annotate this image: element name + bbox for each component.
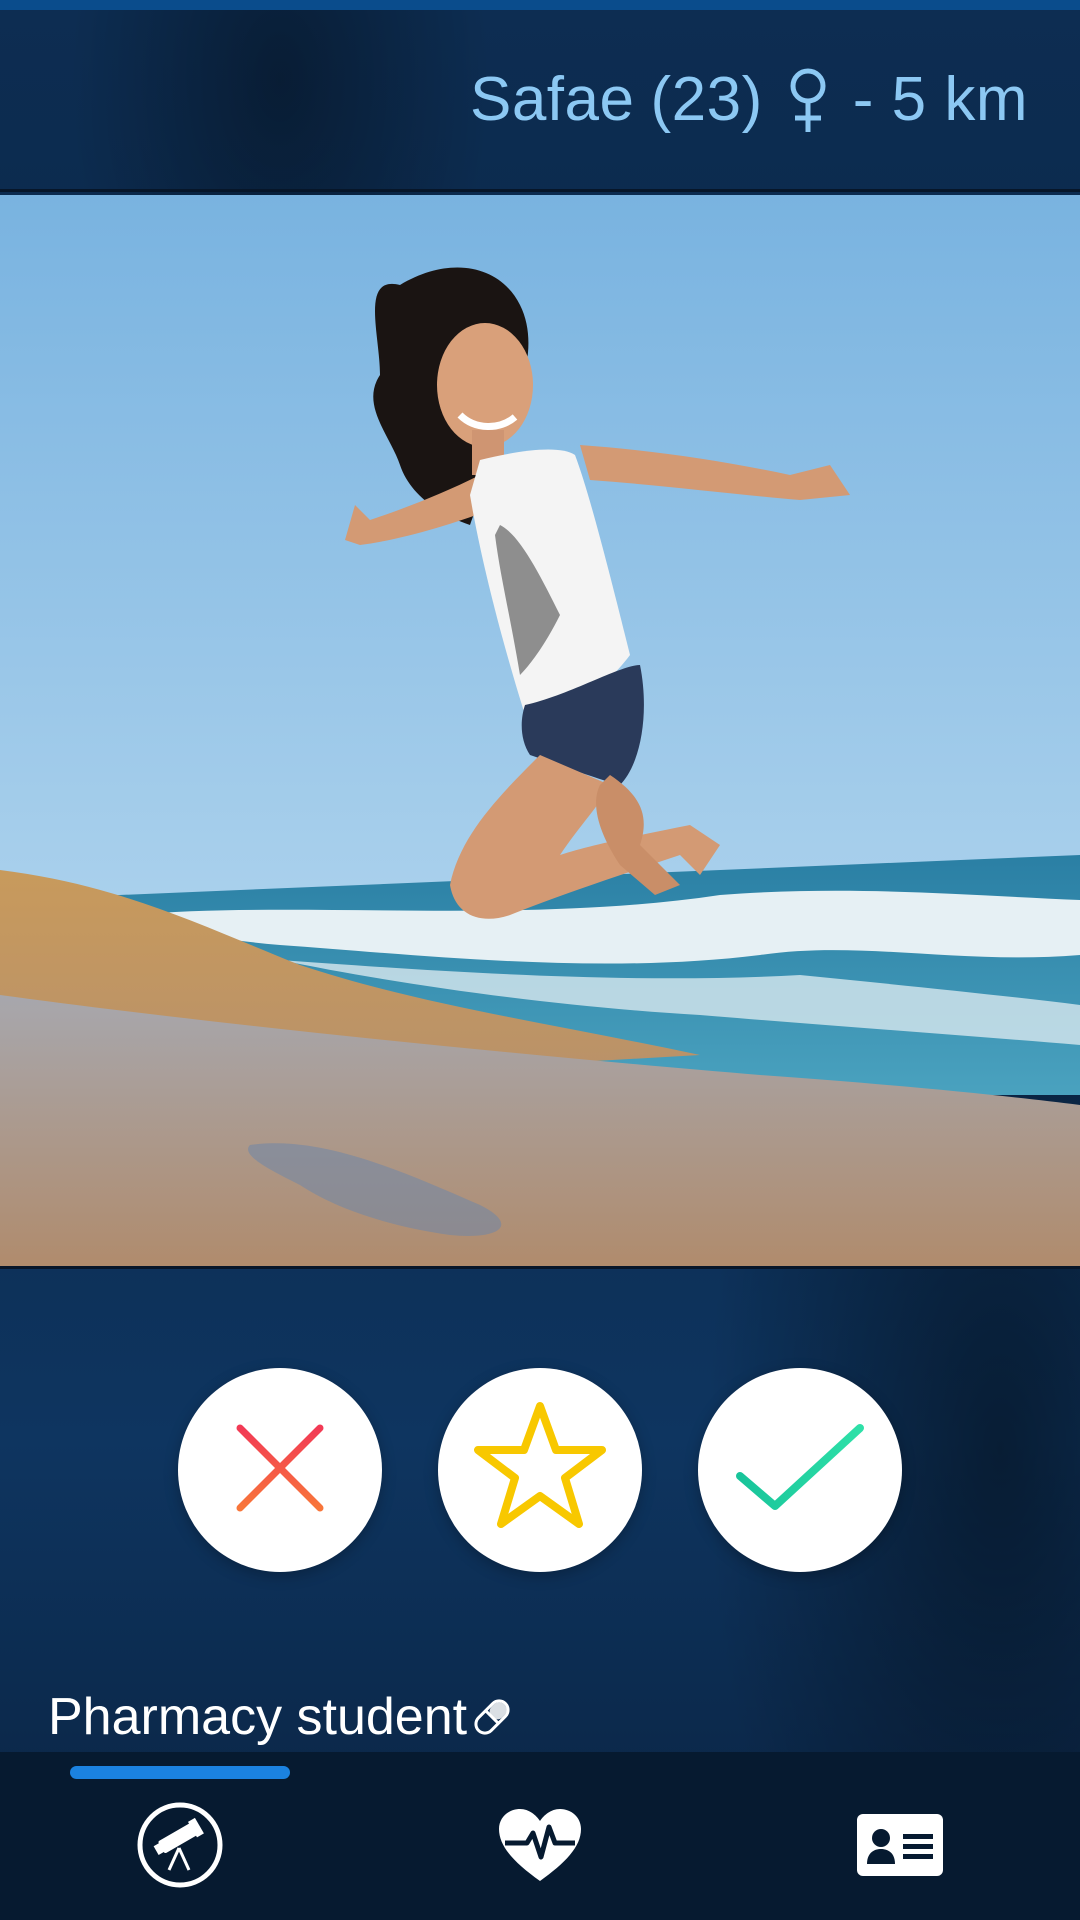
heart-pulse-icon bbox=[495, 1805, 585, 1889]
profile-age: (23) bbox=[650, 65, 763, 134]
swipe-actions bbox=[0, 1368, 1080, 1572]
active-tab-indicator bbox=[70, 1766, 290, 1779]
nope-button[interactable] bbox=[178, 1368, 382, 1572]
app-root: Safae (23) - 5 km Pharmacy student bbox=[0, 0, 1080, 1920]
profile-name: Safae bbox=[469, 65, 635, 134]
superlike-button[interactable] bbox=[438, 1368, 642, 1572]
close-icon bbox=[230, 1418, 330, 1522]
like-button[interactable] bbox=[698, 1368, 902, 1572]
profile-title: Safae (23) - 5 km bbox=[470, 64, 1028, 135]
status-strip bbox=[0, 0, 1080, 10]
profile-header: Safae (23) - 5 km bbox=[0, 10, 1080, 192]
female-symbol-icon bbox=[785, 66, 831, 134]
tab-profile[interactable] bbox=[840, 1792, 960, 1902]
id-card-icon bbox=[855, 1812, 945, 1882]
telescope-icon bbox=[135, 1800, 225, 1894]
bio-text: Pharmacy student bbox=[48, 1688, 468, 1746]
tab-matches[interactable] bbox=[480, 1792, 600, 1902]
profile-photo[interactable] bbox=[0, 195, 1080, 1269]
bio-line: Pharmacy student bbox=[48, 1682, 515, 1752]
checkmark-icon bbox=[730, 1418, 870, 1522]
profile-distance: - 5 km bbox=[852, 65, 1028, 134]
bottom-nav bbox=[0, 1752, 1080, 1920]
tab-discover[interactable] bbox=[120, 1792, 240, 1902]
star-icon bbox=[470, 1398, 610, 1542]
pill-icon bbox=[469, 1693, 515, 1741]
